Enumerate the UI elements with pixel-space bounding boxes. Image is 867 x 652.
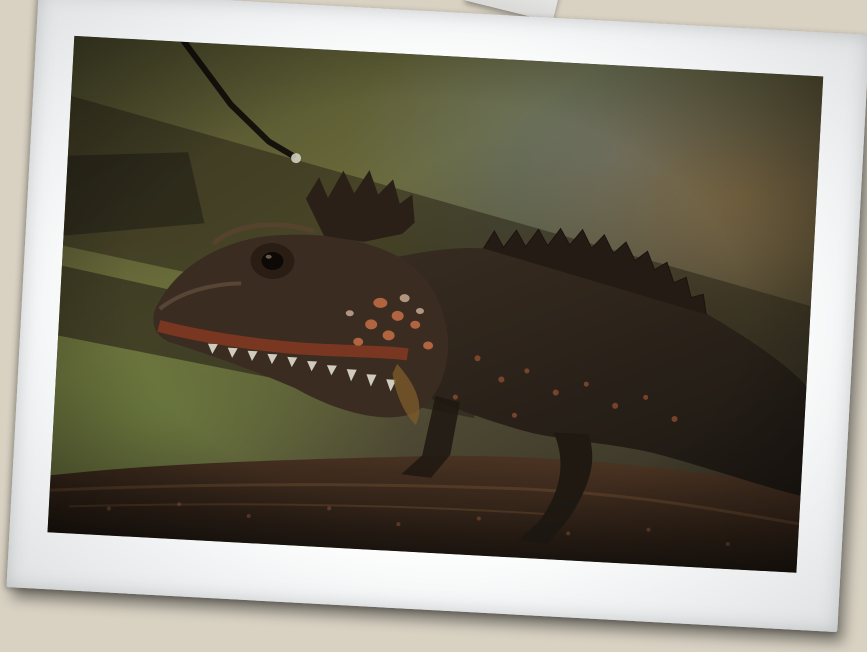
photo-frame [6,0,867,633]
photo [47,35,824,573]
backdrop [0,0,867,652]
lizard-photo-image [47,35,824,573]
